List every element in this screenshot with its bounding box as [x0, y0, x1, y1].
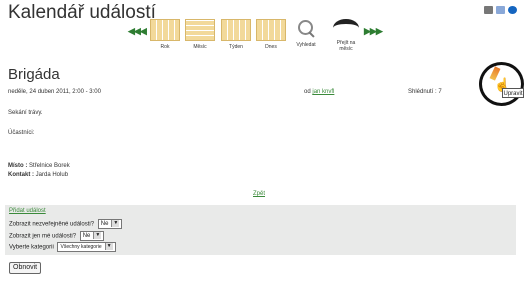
- author-link[interactable]: jan knvfl: [312, 89, 334, 95]
- chevron-down-icon: ▼: [111, 220, 120, 227]
- calendar-nav: ◀◀◀ Rok Měsíc Týden Dnes Vyhledat Přejít…: [128, 17, 408, 67]
- nav-jump-month[interactable]: Přejít na měsíc: [331, 19, 361, 52]
- event-place: Místo : Střelnice Borek: [8, 163, 70, 169]
- nav-search-label: Vyhledat: [296, 42, 316, 48]
- event-description: Sekání trávy.: [8, 110, 43, 116]
- filter-panel: Přidat událost Zobrazit nezveřejněné udá…: [5, 205, 516, 255]
- unpublished-select[interactable]: Ne ▼: [97, 219, 123, 229]
- event-views: Shlédnutí : 7: [408, 89, 442, 95]
- category-label: Vyberte kategorii: [9, 244, 54, 251]
- chevron-down-icon: ▼: [93, 232, 102, 239]
- unpublished-label: Zobrazit nezveřejněné události?: [9, 221, 95, 228]
- category-select[interactable]: Všechny kategorie ▼: [57, 242, 116, 252]
- jump-arch-icon: [333, 19, 359, 37]
- search-icon: [295, 19, 317, 39]
- week-calendar-icon: [221, 19, 251, 41]
- nav-year[interactable]: Rok: [150, 19, 180, 50]
- mine-label: Zobrazit jen mé události?: [9, 233, 77, 240]
- event-title: Brigáda: [8, 66, 60, 83]
- edit-tooltip[interactable]: Upravit: [502, 88, 524, 98]
- prev-year-arrows-icon[interactable]: ◀◀◀: [128, 26, 147, 37]
- category-row: Vyberte kategorii Všechny kategorie ▼: [9, 242, 116, 252]
- nav-jump-month-label: Přejít na měsíc: [336, 40, 356, 52]
- place-label: Místo :: [8, 163, 28, 169]
- nav-week[interactable]: Týden: [221, 19, 251, 50]
- event-datetime: neděle, 24 duben 2011, 2:00 - 3:00: [8, 89, 101, 95]
- nav-month-label: Měsíc: [193, 44, 207, 50]
- nav-month[interactable]: Měsíc: [185, 19, 215, 50]
- mine-row: Zobrazit jen mé události? Ne ▼: [9, 231, 105, 241]
- nav-today[interactable]: Dnes: [256, 19, 286, 50]
- contact-label: Kontakt :: [8, 172, 34, 178]
- refresh-row: Obnovit: [9, 256, 42, 274]
- add-event-link[interactable]: Přidat událost: [9, 208, 46, 214]
- unpublished-value: Ne: [100, 221, 109, 227]
- event-participants: Účastníci:: [8, 130, 35, 136]
- place-value: Střelnice Borek: [29, 163, 70, 169]
- event-author: od jan knvfl: [304, 89, 334, 95]
- nav-year-label: Rok: [160, 44, 170, 50]
- refresh-button[interactable]: Obnovit: [9, 262, 42, 274]
- top-icons: [484, 6, 517, 14]
- nav-today-label: Dnes: [265, 44, 277, 50]
- contact-value: Jarda Holub: [35, 172, 69, 178]
- author-prefix: od: [304, 89, 311, 95]
- category-value: Všechny kategorie: [60, 244, 102, 250]
- chevron-down-icon: ▼: [104, 243, 113, 250]
- back-link[interactable]: Zpět: [253, 191, 265, 197]
- info-icon[interactable]: [508, 6, 517, 14]
- mine-select[interactable]: Ne ▼: [79, 231, 105, 241]
- next-year-arrows-icon[interactable]: ▶▶▶: [364, 26, 383, 37]
- day-calendar-icon: [256, 19, 286, 41]
- month-calendar-icon: [185, 19, 215, 41]
- event-contact: Kontakt : Jarda Holub: [8, 172, 68, 178]
- unpublished-row: Zobrazit nezveřejněné události? Ne ▼: [9, 219, 123, 229]
- printer-icon[interactable]: [484, 6, 493, 14]
- email-icon[interactable]: [496, 6, 505, 14]
- year-calendar-icon: [150, 19, 180, 41]
- mine-value: Ne: [82, 233, 91, 239]
- nav-search[interactable]: Vyhledat: [291, 19, 321, 48]
- nav-week-label: Týden: [229, 44, 243, 50]
